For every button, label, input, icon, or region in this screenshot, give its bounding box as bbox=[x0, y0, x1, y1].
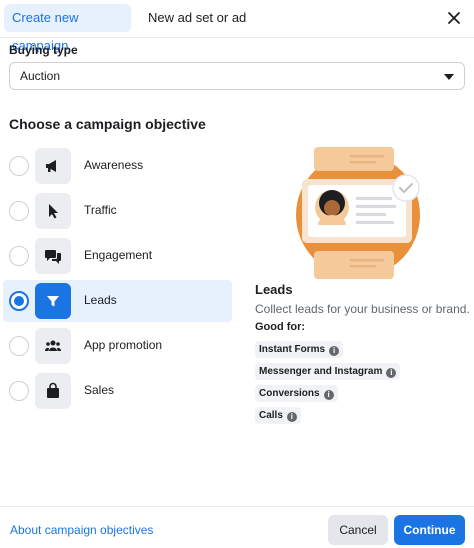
close-icon[interactable] bbox=[444, 8, 464, 28]
cursor-icon bbox=[35, 193, 71, 229]
chat-bubbles-icon bbox=[35, 238, 71, 274]
chip-label: Conversions bbox=[259, 388, 320, 399]
info-icon[interactable]: i bbox=[286, 412, 297, 422]
chip-label: Instant Forms bbox=[259, 344, 326, 355]
footer-divider bbox=[0, 506, 474, 507]
dialog-header: Create new campaign New ad set or ad bbox=[0, 0, 474, 53]
good-for-label: Good for: bbox=[255, 321, 306, 333]
objective-traffic[interactable]: Traffic bbox=[3, 190, 232, 232]
good-for-chip: Instant Forms i bbox=[255, 341, 344, 358]
buying-type-label: Buying type bbox=[9, 43, 78, 57]
objective-label: Leads bbox=[84, 293, 117, 307]
shopping-bag-icon bbox=[35, 373, 71, 409]
detail-description: Collect leads for your business or brand… bbox=[255, 302, 470, 316]
chip-label: Calls bbox=[259, 410, 283, 421]
objective-section-title: Choose a campaign objective bbox=[9, 116, 206, 132]
detail-title: Leads bbox=[255, 282, 293, 297]
chip-label: Messenger and Instagram bbox=[259, 366, 383, 377]
buying-type-select[interactable]: Auction bbox=[9, 62, 465, 90]
cancel-button[interactable]: Cancel bbox=[328, 515, 388, 545]
tab-create-new-campaign[interactable]: Create new campaign bbox=[4, 4, 131, 53]
objective-engagement[interactable]: Engagement bbox=[3, 235, 232, 277]
radio-awareness[interactable] bbox=[9, 156, 29, 176]
funnel-icon bbox=[35, 283, 71, 319]
objective-label: Engagement bbox=[84, 248, 153, 262]
info-icon[interactable]: i bbox=[329, 346, 340, 356]
objective-leads[interactable]: Leads bbox=[3, 280, 232, 322]
good-for-chip: Calls i bbox=[255, 407, 301, 424]
chevron-down-icon bbox=[444, 74, 454, 80]
objective-label: Sales bbox=[84, 383, 115, 397]
good-for-chip: Messenger and Instagram i bbox=[255, 363, 401, 380]
radio-engagement[interactable] bbox=[9, 246, 29, 266]
objective-label: Awareness bbox=[84, 158, 144, 172]
objective-sales[interactable]: Sales bbox=[3, 370, 232, 412]
good-for-chip: Conversions i bbox=[255, 385, 338, 402]
info-icon[interactable]: i bbox=[386, 368, 397, 378]
objective-awareness[interactable]: Awareness bbox=[3, 145, 232, 187]
radio-sales[interactable] bbox=[9, 381, 29, 401]
megaphone-icon bbox=[35, 148, 71, 184]
continue-button[interactable]: Continue bbox=[394, 515, 465, 545]
people-icon bbox=[35, 328, 71, 364]
objective-label: Traffic bbox=[84, 203, 117, 217]
objective-app-promotion[interactable]: App promotion bbox=[3, 325, 232, 367]
info-icon[interactable]: i bbox=[323, 390, 334, 400]
radio-app-promotion[interactable] bbox=[9, 336, 29, 356]
leads-illustration bbox=[296, 147, 420, 279]
radio-leads[interactable] bbox=[9, 291, 29, 311]
tab-new-ad-set-or-ad[interactable]: New ad set or ad bbox=[140, 4, 254, 32]
buying-type-value: Auction bbox=[20, 69, 61, 83]
objective-label: App promotion bbox=[84, 338, 163, 352]
radio-traffic[interactable] bbox=[9, 201, 29, 221]
about-campaign-objectives-link[interactable]: About campaign objectives bbox=[10, 523, 153, 537]
